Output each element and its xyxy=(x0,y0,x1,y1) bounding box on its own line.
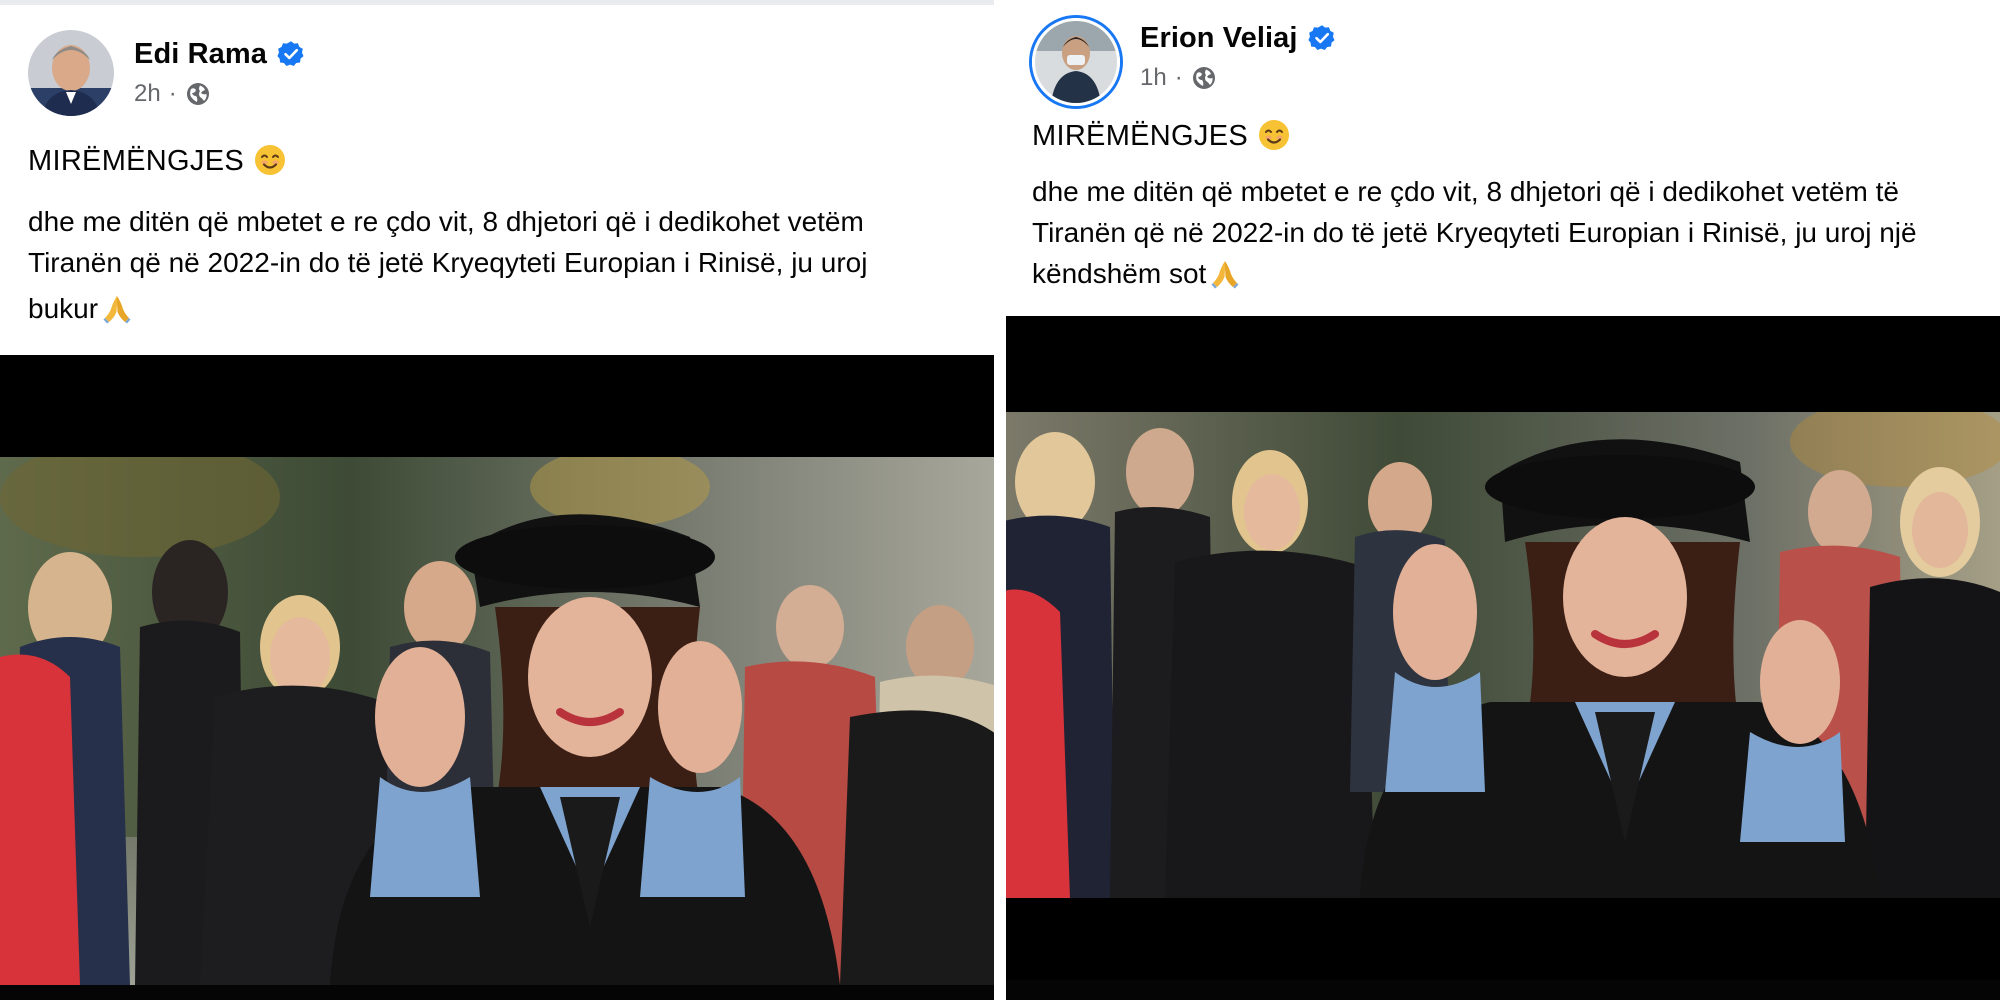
author-name[interactable]: Erion Veliaj xyxy=(1140,22,1298,55)
screenshot-divider xyxy=(994,0,1006,1000)
post-body-line: Tiranën që në 2022-in do të jetë Kryeqyt… xyxy=(28,247,868,278)
author-row: Edi Rama xyxy=(134,32,305,76)
video-frame-image xyxy=(0,457,1000,985)
folded-hands-emoji-icon xyxy=(1208,257,1242,289)
post-body-line: dhe me ditën që mbetet e re çdo vit, 8 d… xyxy=(1032,176,1899,207)
post-time[interactable]: 1h xyxy=(1140,64,1167,92)
post-header: Edi Rama 2h · xyxy=(28,30,305,116)
video-player[interactable] xyxy=(1000,316,2000,1000)
video-frame-image xyxy=(1000,412,2000,898)
post-timestamp-row: 1h · xyxy=(1140,64,1336,92)
smiling-face-emoji-icon xyxy=(254,144,286,176)
headline-text: MIRËMËNGJES xyxy=(1032,120,1248,152)
facebook-post-right: Erion Veliaj 1h · MIRËMËNGJES dhe me dit… xyxy=(1000,0,2000,1000)
post-headline: MIRËMËNGJES xyxy=(28,141,286,181)
author-name[interactable]: Edi Rama xyxy=(134,38,267,71)
post-body-text: këndshëm sot xyxy=(1032,258,1207,289)
post-header: Erion Veliaj 1h · xyxy=(1032,18,1336,106)
verified-badge-icon xyxy=(277,40,305,68)
comparison-screenshot: Edi Rama 2h · MIRËMËNGJES dhe me ditën q… xyxy=(0,0,2000,1000)
meta-separator: · xyxy=(1174,64,1183,91)
video-bottom-bar xyxy=(0,985,1000,1000)
post-meta: Erion Veliaj 1h · xyxy=(1140,18,1336,92)
smiling-face-emoji-icon xyxy=(1258,119,1290,151)
avatar-image xyxy=(1035,21,1117,103)
post-body-line: dhe me ditën që mbetet e re çdo vit, 8 d… xyxy=(28,206,864,237)
globe-icon[interactable] xyxy=(185,81,211,107)
post-body-text: bukur xyxy=(28,293,99,324)
author-avatar[interactable] xyxy=(1032,18,1120,106)
folded-hands-emoji-icon xyxy=(100,292,134,324)
post-headline: MIRËMËNGJES xyxy=(1032,116,1290,156)
post-body-line-last: këndshëm sot xyxy=(1032,254,1242,294)
post-time[interactable]: 2h xyxy=(134,80,161,108)
post-body-line-last: bukur xyxy=(28,289,134,329)
facebook-post-left: Edi Rama 2h · MIRËMËNGJES dhe me ditën q… xyxy=(0,0,1000,1000)
video-bottom-bar xyxy=(1000,980,2000,1000)
author-avatar[interactable] xyxy=(28,30,114,116)
post-meta: Edi Rama 2h · xyxy=(134,30,305,108)
video-player[interactable] xyxy=(0,355,1000,1000)
post-body-line: Tiranën që në 2022-in do të jetë Kryeqyt… xyxy=(1032,217,1917,248)
headline-text: MIRËMËNGJES xyxy=(28,145,244,177)
avatar-image xyxy=(28,30,114,116)
post-timestamp-row: 2h · xyxy=(134,80,305,108)
verified-badge-icon xyxy=(1307,24,1336,52)
author-row: Erion Veliaj xyxy=(1140,16,1336,60)
meta-separator: · xyxy=(168,80,177,107)
globe-icon[interactable] xyxy=(1191,65,1217,91)
